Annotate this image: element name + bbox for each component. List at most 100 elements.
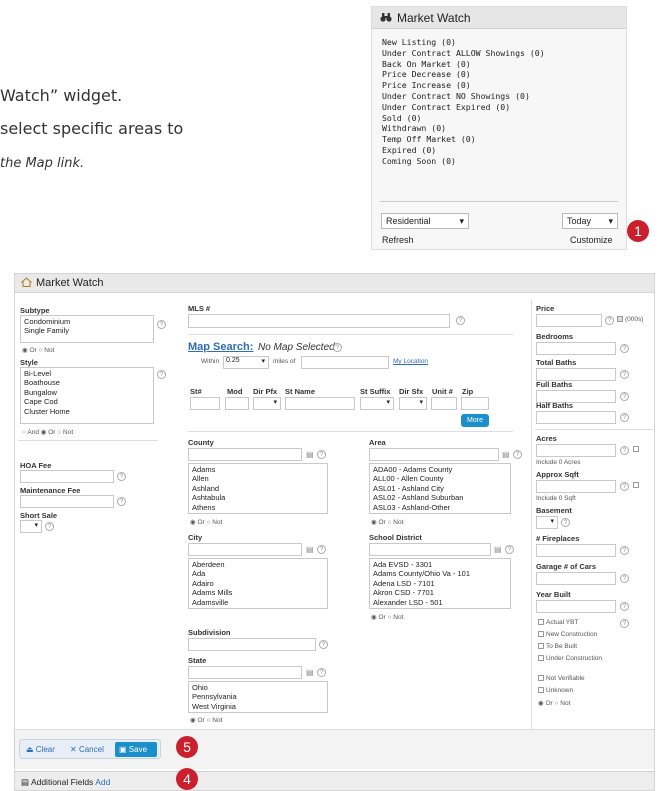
to-be-built-checkbox[interactable]: To Be Built xyxy=(538,643,577,650)
area-list[interactable]: ADA00 - Adams County ALL00 - Allen Count… xyxy=(369,463,511,514)
bedrooms-input[interactable] xyxy=(536,342,616,355)
list-item[interactable]: Aberdeen xyxy=(192,560,324,569)
status-item-under-contract-no[interactable]: Under Contract NO Showings (0) xyxy=(382,91,616,102)
period-select[interactable]: Today ▾ xyxy=(562,213,618,229)
list-item[interactable]: Ohio xyxy=(192,683,324,692)
style-and-or-not-radio[interactable]: ○ And ◉ Or ○ Not xyxy=(22,428,73,436)
list-item[interactable]: Bungalow xyxy=(24,388,150,397)
list-item[interactable]: Athens xyxy=(192,503,324,512)
list-item[interactable]: Allen xyxy=(192,474,324,483)
street-name-input[interactable] xyxy=(285,397,355,410)
city-list[interactable]: Aberdeen Ada Adairo Adams Mills Adamsvil… xyxy=(188,558,328,609)
list-item[interactable]: Ada xyxy=(192,569,324,578)
help-icon[interactable]: ? xyxy=(620,574,629,583)
help-icon[interactable]: ? xyxy=(620,413,629,422)
list-item[interactable]: Adairo xyxy=(192,579,324,588)
unit-number-input[interactable] xyxy=(431,397,457,410)
list-item[interactable]: ASL01 - Ashland City xyxy=(373,484,507,493)
price-input[interactable] xyxy=(536,314,602,327)
refresh-link[interactable]: Refresh xyxy=(382,235,414,245)
status-item-new-listing[interactable]: New Listing (0) xyxy=(382,37,616,48)
list-item[interactable]: ADA00 - Adams County xyxy=(373,465,507,474)
fireplaces-input[interactable] xyxy=(536,544,616,557)
mod-input[interactable] xyxy=(225,397,249,410)
area-or-not-radio[interactable]: ◉ Or ○ Not xyxy=(371,518,403,526)
list-item[interactable]: Pennsylvania xyxy=(192,692,324,701)
actual-ybt-checkbox[interactable]: Actual YBT xyxy=(538,619,578,626)
subtype-or-not-radio[interactable]: ◉ Or ○ Not xyxy=(22,346,54,354)
list-item[interactable]: Akron CSD - 7701 xyxy=(373,588,507,597)
state-or-not-radio[interactable]: ◉ Or ○ Not xyxy=(190,716,222,724)
help-icon[interactable]: ? xyxy=(513,450,522,459)
list-item[interactable]: Alexander LSD - 501 xyxy=(373,598,507,607)
dir-pfx-select[interactable]: ▾ xyxy=(253,397,281,410)
help-icon[interactable]: ? xyxy=(333,343,342,352)
list-item[interactable]: Ashtabula xyxy=(192,493,324,502)
list-icon[interactable]: ▤ xyxy=(494,545,502,554)
state-list[interactable]: Ohio Pennsylvania West Virginia xyxy=(188,681,328,713)
help-icon[interactable]: ? xyxy=(620,602,629,611)
unknown-checkbox[interactable]: Unknown xyxy=(538,687,573,694)
price-units-checkbox[interactable]: (000s) xyxy=(617,316,643,323)
help-icon[interactable]: ? xyxy=(157,370,166,379)
cancel-button[interactable]: ✕ Cancel xyxy=(70,745,104,754)
map-search-link[interactable]: Map Search: xyxy=(188,341,253,353)
list-item[interactable]: Adamsville xyxy=(192,598,324,607)
list-item[interactable]: Cluster Home xyxy=(24,407,150,416)
status-item-withdrawn[interactable]: Withdrawn (0) xyxy=(382,123,616,134)
help-icon[interactable]: ? xyxy=(620,446,629,455)
list-item[interactable]: Boathouse xyxy=(24,378,150,387)
list-item[interactable]: Adena LSD - 7101 xyxy=(373,579,507,588)
status-item-price-increase[interactable]: Price Increase (0) xyxy=(382,80,616,91)
help-icon[interactable]: ? xyxy=(117,472,126,481)
status-item-coming-soon[interactable]: Coming Soon (0) xyxy=(382,156,616,167)
style-list[interactable]: Bi-Level Boathouse Bungalow Cape Cod Clu… xyxy=(20,367,154,424)
help-icon[interactable]: ? xyxy=(117,497,126,506)
subtype-list[interactable]: Condominium Single Family xyxy=(20,315,154,343)
status-item-sold[interactable]: Sold (0) xyxy=(382,113,616,124)
help-icon[interactable]: ? xyxy=(620,546,629,555)
county-list[interactable]: Adams Allen Ashland Ashtabula Athens xyxy=(188,463,328,514)
school-or-not-radio[interactable]: ◉ Or ○ Not xyxy=(371,613,403,621)
help-icon[interactable]: ? xyxy=(317,450,326,459)
area-filter-input[interactable] xyxy=(369,448,499,461)
status-item-back-on-market[interactable]: Back On Market (0) xyxy=(382,59,616,70)
status-item-under-contract-allow[interactable]: Under Contract ALLOW Showings (0) xyxy=(382,48,616,59)
year-built-or-not-radio[interactable]: ◉ Or ○ Not xyxy=(538,699,570,707)
new-construction-checkbox[interactable]: New Construction xyxy=(538,631,597,638)
list-item[interactable]: Adams Mills xyxy=(192,588,324,597)
list-item[interactable]: Single Family xyxy=(24,326,150,335)
state-filter-input[interactable] xyxy=(188,666,302,679)
help-icon[interactable]: ? xyxy=(620,392,629,401)
short-sale-select[interactable]: ▾ xyxy=(20,520,42,533)
county-or-not-radio[interactable]: ◉ Or ○ Not xyxy=(190,518,222,526)
hoa-fee-input[interactable] xyxy=(20,470,114,483)
sqft-checkbox[interactable] xyxy=(633,482,641,489)
help-icon[interactable]: ? xyxy=(319,640,328,649)
county-filter-input[interactable] xyxy=(188,448,302,461)
mls-number-input[interactable] xyxy=(188,314,450,328)
help-icon[interactable]: ? xyxy=(620,619,629,628)
city-filter-input[interactable] xyxy=(188,543,302,556)
list-item[interactable]: Cape Cod xyxy=(24,397,150,406)
subdivision-input[interactable] xyxy=(188,638,316,651)
basement-select[interactable]: ▾ xyxy=(536,516,558,529)
street-number-input[interactable] xyxy=(190,397,220,410)
list-item[interactable]: Condominium xyxy=(24,317,150,326)
list-icon[interactable]: ▤ xyxy=(502,450,510,459)
status-item-price-decrease[interactable]: Price Decrease (0) xyxy=(382,69,616,80)
list-item[interactable]: ASL02 - Ashland Suburban xyxy=(373,493,507,502)
list-item[interactable]: Bi-Level xyxy=(24,369,150,378)
help-icon[interactable]: ? xyxy=(620,344,629,353)
list-icon[interactable]: ▤ xyxy=(306,668,314,677)
list-item[interactable]: Ada EVSD - 3301 xyxy=(373,560,507,569)
street-suffix-select[interactable]: ▾ xyxy=(360,397,394,410)
property-type-select[interactable]: Residential ▾ xyxy=(381,213,469,229)
acres-input[interactable] xyxy=(536,444,616,457)
under-construction-checkbox[interactable]: Under Construction xyxy=(538,655,608,663)
list-item[interactable]: Adams xyxy=(192,465,324,474)
clear-button[interactable]: ⏏ Clear xyxy=(26,745,55,754)
zip-input[interactable] xyxy=(461,397,489,410)
help-icon[interactable]: ? xyxy=(505,545,514,554)
more-button[interactable]: More xyxy=(461,414,489,427)
